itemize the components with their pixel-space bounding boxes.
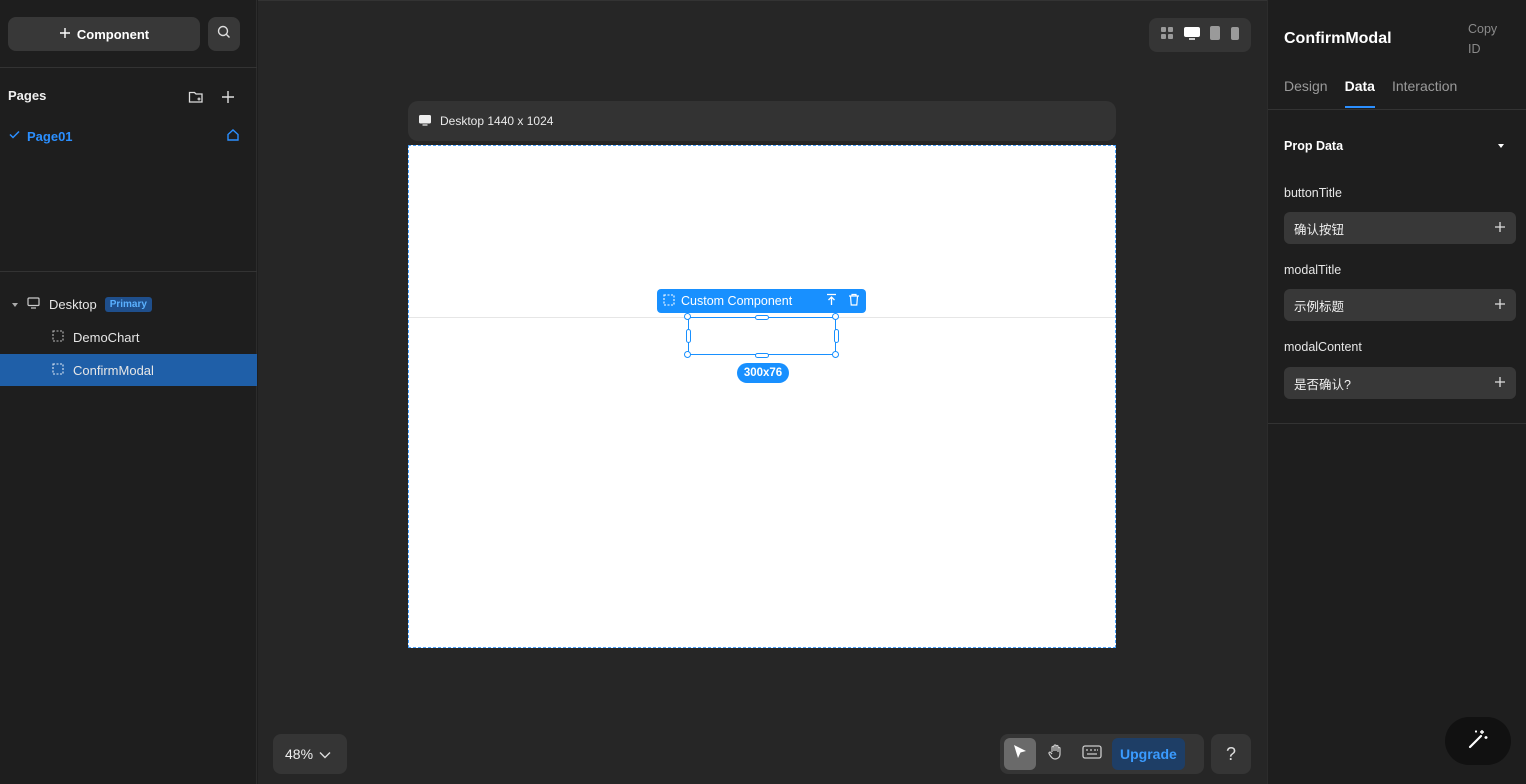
copy-id-button[interactable]: Copy ID (1468, 19, 1508, 59)
layer-label: DemoChart (73, 329, 140, 345)
tool-bar: Upgrade (1000, 734, 1204, 774)
monitor-icon (27, 296, 40, 312)
divider (1268, 109, 1526, 110)
prop-label-modalcontent: modalContent (1284, 340, 1362, 354)
prop-value: 示例标题 (1294, 299, 1345, 314)
layer-label: Desktop (49, 296, 97, 312)
resize-handle[interactable] (755, 353, 769, 358)
size-indicator: 300x76 (737, 363, 789, 383)
custom-component-toolbar[interactable]: Custom Component (657, 289, 866, 313)
keyboard-icon (1082, 744, 1102, 764)
layer-confirmmodal[interactable]: ConfirmModal (0, 354, 257, 386)
resize-handle[interactable] (755, 315, 769, 320)
resize-handle[interactable] (684, 313, 691, 320)
zoom-value: 48% (285, 746, 314, 762)
delete-icon[interactable] (848, 293, 860, 309)
prop-value: 是否确认? (1294, 377, 1351, 392)
mobile-view-icon[interactable] (1229, 25, 1241, 46)
plus-icon[interactable] (1494, 298, 1506, 313)
zoom-select[interactable]: 48% (273, 734, 347, 774)
resize-handle[interactable] (832, 351, 839, 358)
cursor-icon (1011, 743, 1029, 766)
tablet-view-icon[interactable] (1209, 25, 1221, 46)
prop-value: 确认按钮 (1294, 222, 1345, 237)
tab-interaction[interactable]: Interaction (1392, 78, 1457, 108)
add-component-label: Component (76, 26, 150, 42)
resize-handle[interactable] (686, 329, 691, 343)
divider (1268, 423, 1526, 424)
ai-magic-button[interactable] (1445, 717, 1511, 765)
search-icon (217, 25, 231, 44)
layer-demochart[interactable]: DemoChart (0, 321, 257, 353)
device-toggle (1149, 18, 1251, 52)
add-component-button[interactable]: Component (8, 17, 200, 51)
custom-component-label: Custom Component (681, 294, 793, 308)
resize-handle[interactable] (684, 351, 691, 358)
plus-icon (59, 27, 71, 42)
prop-field-modaltitle[interactable]: 示例标题 (1284, 289, 1516, 321)
search-button[interactable] (208, 17, 240, 51)
check-icon (8, 128, 21, 144)
hand-icon (1047, 743, 1065, 766)
magic-wand-icon (1467, 728, 1489, 755)
selection-box[interactable] (688, 317, 836, 355)
desktop-view-icon[interactable] (1183, 25, 1201, 46)
prop-field-buttontitle[interactable]: 确认按钮 (1284, 212, 1516, 244)
help-button[interactable]: ? (1211, 734, 1251, 774)
resize-handle[interactable] (834, 329, 839, 343)
select-tool[interactable] (1004, 738, 1036, 770)
tab-data[interactable]: Data (1344, 78, 1375, 108)
caret-down-icon (11, 297, 19, 312)
desktop-frame[interactable] (408, 145, 1116, 648)
component-title: ConfirmModal (1284, 30, 1392, 47)
home-icon[interactable] (224, 126, 242, 144)
page-label: Page01 (27, 128, 73, 144)
prop-field-modalcontent[interactable]: 是否确认? (1284, 367, 1516, 399)
page-item-page01[interactable]: Page01 (8, 126, 248, 146)
primary-badge: Primary (104, 296, 152, 312)
monitor-icon (418, 114, 432, 129)
move-to-top-icon[interactable] (825, 293, 838, 309)
keyboard-tool[interactable] (1076, 738, 1108, 770)
grid-view-icon[interactable] (1159, 25, 1175, 46)
prop-label-modaltitle: modalTitle (1284, 263, 1342, 277)
frame-label: Desktop 1440 x 1024 (440, 114, 554, 128)
upgrade-button[interactable]: Upgrade (1112, 738, 1185, 770)
component-icon (52, 362, 64, 378)
prop-label-buttontitle: buttonTitle (1284, 186, 1342, 200)
tab-design[interactable]: Design (1284, 78, 1328, 108)
plus-icon[interactable] (1494, 221, 1506, 236)
component-icon (52, 329, 64, 345)
divider (0, 67, 257, 68)
frame-header[interactable]: Desktop 1440 x 1024 (408, 101, 1116, 141)
plus-icon[interactable] (1494, 376, 1506, 391)
resize-handle[interactable] (832, 313, 839, 320)
layer-label: ConfirmModal (73, 362, 154, 378)
pages-title: Pages (8, 88, 47, 103)
add-page-icon[interactable] (219, 88, 237, 106)
caret-down-icon[interactable] (1492, 137, 1510, 155)
add-folder-icon[interactable] (187, 88, 205, 106)
layer-desktop[interactable]: Desktop Primary (0, 288, 257, 320)
chevron-down-icon (319, 746, 331, 762)
canvas[interactable]: Desktop 1440 x 1024 Custom Component 300… (258, 0, 1267, 784)
component-icon (663, 293, 675, 309)
left-sidebar: Component Pages Page01 Desktop Primary D… (0, 0, 257, 784)
divider (0, 271, 257, 272)
hand-tool[interactable] (1040, 738, 1072, 770)
properties-panel: ConfirmModal Copy ID Design Data Interac… (1267, 0, 1526, 784)
section-title: Prop Data (1284, 139, 1344, 153)
panel-tabs: Design Data Interaction (1284, 78, 1457, 108)
